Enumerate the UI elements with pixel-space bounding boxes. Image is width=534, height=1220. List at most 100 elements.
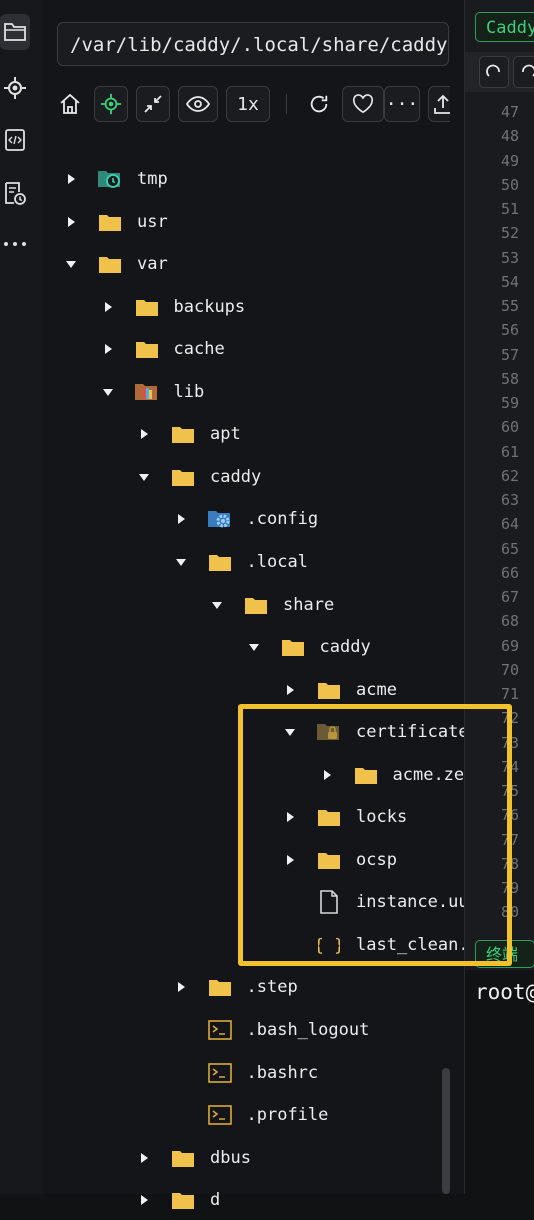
speed-button[interactable]: 1x: [226, 86, 270, 122]
tree-item-label: caddy: [319, 637, 371, 658]
line-number: 57: [500, 345, 519, 364]
tree-item[interactable]: .step: [173, 967, 298, 1007]
folder-icon: [170, 1147, 196, 1169]
caret-right-icon[interactable]: [136, 1150, 152, 1166]
redo-icon[interactable]: [479, 56, 509, 88]
caret-right-icon[interactable]: [136, 1192, 152, 1208]
tree-item[interactable]: caddy: [136, 457, 261, 497]
line-number: 54: [500, 272, 519, 291]
line-number: 56: [500, 321, 519, 340]
caret-down-icon[interactable]: [136, 469, 152, 485]
tree-item-label: lib: [173, 381, 205, 402]
tree-item-label: .bashrc: [246, 1062, 319, 1083]
terminal-file-icon: [207, 1019, 233, 1041]
more-icon[interactable]: [0, 226, 30, 262]
tree-item[interactable]: cache: [100, 329, 225, 369]
editor-toolbar: [465, 52, 534, 92]
caret-down-icon[interactable]: [173, 554, 189, 570]
line-number: 50: [500, 175, 519, 194]
code-file-icon[interactable]: [0, 122, 30, 158]
caret-right-icon[interactable]: [173, 979, 189, 995]
explorer-icon[interactable]: [0, 14, 30, 50]
home-icon[interactable]: [54, 86, 86, 122]
activity-bar: [0, 0, 43, 1194]
folder-icon: [97, 253, 123, 275]
path-input[interactable]: /var/lib/caddy/.local/share/caddy/c: [57, 22, 449, 66]
scrollbar-thumb[interactable]: [442, 1068, 450, 1194]
clock-folder-icon: [97, 168, 123, 190]
caret-down-icon[interactable]: [246, 639, 262, 655]
caret-down-icon[interactable]: [209, 597, 225, 613]
tree-item-label: .bash_logout: [246, 1020, 370, 1040]
tree-item-label: cache: [173, 339, 225, 360]
caret-right-icon[interactable]: [63, 171, 79, 187]
tree-item-label: apt: [210, 424, 241, 445]
editor-tab[interactable]: Caddy: [475, 12, 534, 42]
config-folder-icon: [207, 508, 233, 530]
folder-icon: [280, 636, 306, 658]
tree-item[interactable]: apt: [136, 414, 241, 454]
line-number: 65: [500, 539, 519, 558]
caret-down-icon[interactable]: [100, 384, 116, 400]
tree-item[interactable]: .bashrc: [173, 1053, 319, 1093]
tree-item[interactable]: lib: [100, 372, 205, 412]
eye-icon[interactable]: [178, 86, 218, 122]
tree-item[interactable]: .profile: [173, 1095, 328, 1135]
caret-right-icon[interactable]: [173, 511, 189, 527]
tree-item[interactable]: var: [63, 244, 168, 284]
tree-item-label: var: [137, 254, 168, 275]
tree-item-label: share: [283, 594, 335, 615]
caret-spacer: [173, 1065, 189, 1081]
tree-item[interactable]: caddy: [246, 627, 371, 667]
caret-right-icon[interactable]: [136, 426, 152, 442]
undo-icon[interactable]: [513, 56, 534, 88]
file-history-icon[interactable]: [0, 176, 30, 212]
folder-icon: [170, 466, 196, 488]
folder-icon: [97, 211, 123, 233]
line-number: 67: [500, 588, 519, 606]
line-number: 64: [500, 515, 519, 534]
terminal-prompt: root@: [475, 980, 534, 1004]
tree-item-label: .local: [246, 551, 308, 572]
caret-right-icon[interactable]: [100, 299, 116, 315]
favorite-icon[interactable]: [342, 86, 384, 122]
tree-item[interactable]: .bash_logout: [173, 1010, 370, 1050]
caret-right-icon[interactable]: [100, 341, 116, 357]
more-options-button[interactable]: ···: [384, 86, 420, 122]
line-number: 71: [500, 685, 519, 703]
line-number: 68: [500, 612, 519, 631]
tree-item[interactable]: usr: [63, 202, 168, 242]
collapse-icon[interactable]: [136, 86, 170, 122]
folder-icon: [316, 679, 342, 701]
folder-icon: [207, 551, 233, 573]
tree-item[interactable]: d: [136, 1180, 220, 1220]
upload-icon[interactable]: [428, 86, 450, 122]
tree-item-label: caddy: [210, 466, 262, 487]
line-number: 59: [500, 394, 519, 412]
target-icon[interactable]: [0, 70, 30, 106]
terminal[interactable]: root@: [465, 970, 534, 1194]
caret-right-icon[interactable]: [63, 214, 79, 230]
line-number: 48: [500, 127, 519, 146]
folder-icon: [207, 976, 233, 998]
folder-icon: [170, 423, 196, 445]
tree-item[interactable]: backups: [100, 287, 245, 327]
locate-icon[interactable]: [94, 86, 128, 122]
tree-item[interactable]: tmp: [63, 159, 168, 199]
tree-item[interactable]: dbus: [136, 1138, 251, 1178]
line-number: 61: [500, 442, 519, 461]
refresh-icon[interactable]: [304, 86, 334, 122]
tree-item[interactable]: share: [209, 585, 334, 625]
caret-spacer: [173, 1022, 189, 1038]
line-number: 47: [500, 103, 519, 121]
line-number: 51: [500, 200, 519, 218]
folder-icon: [134, 296, 160, 318]
line-number: 62: [500, 466, 519, 485]
tree-item[interactable]: .local: [173, 542, 308, 582]
tree-item[interactable]: .config: [173, 499, 318, 539]
editor-pane: Caddy 47 48 49 50 51 52 53 54 55 56 57 58 59 60 61 62 63…: [464, 0, 534, 1194]
caret-down-icon[interactable]: [63, 256, 79, 272]
line-number: 60: [500, 418, 519, 437]
terminal-file-icon: [207, 1062, 233, 1084]
caret-right-icon[interactable]: [282, 682, 298, 698]
